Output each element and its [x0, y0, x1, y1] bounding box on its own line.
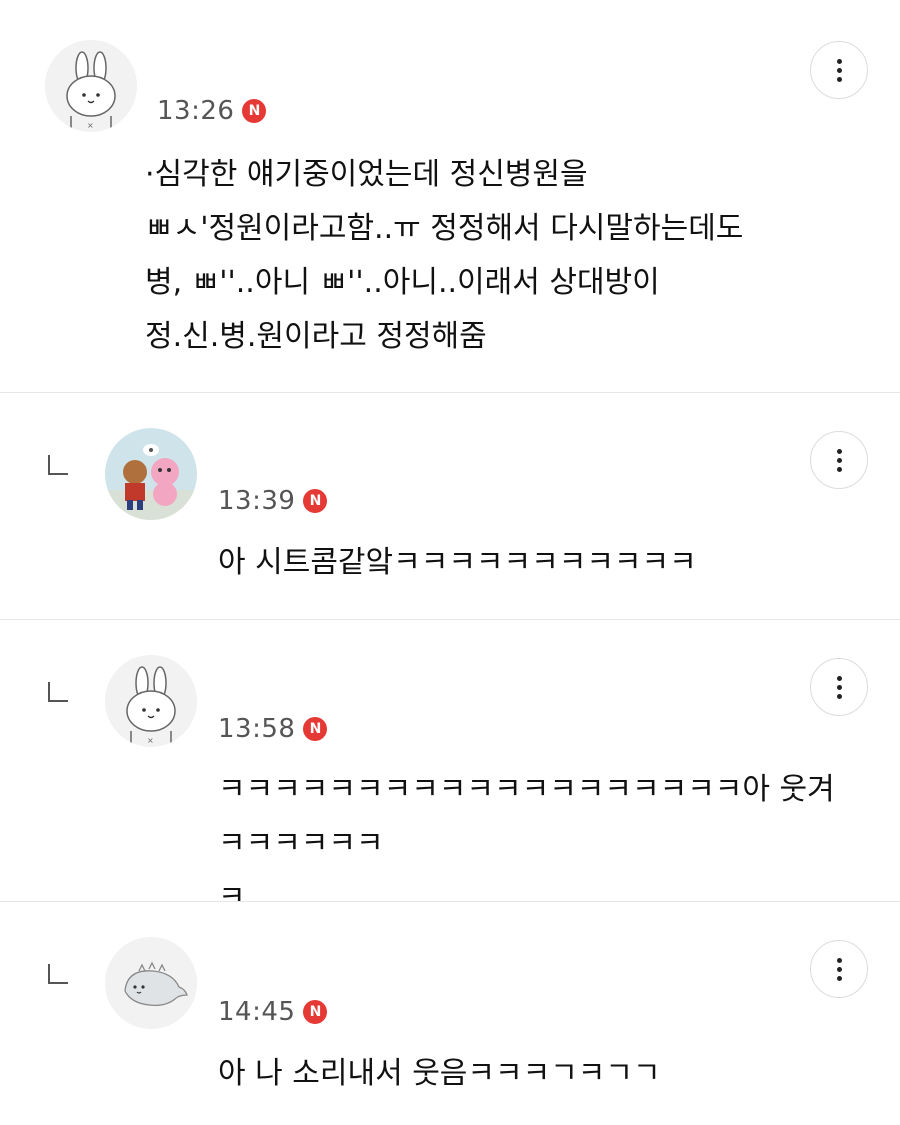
new-badge: N: [303, 717, 328, 741]
comment-time: 13:58: [218, 714, 296, 744]
user-avatar[interactable]: ×: [105, 655, 197, 747]
reply-item: × 13:58 N ㅋㅋㅋㅋㅋㅋㅋㅋㅋㅋㅋㅋㅋㅋㅋㅋㅋㅋㅋ아 웃겨 ㅋㅋㅋㅋㅋㅋ…: [0, 620, 900, 915]
reply-item: 14:45 N 아 나 소리내서 웃음ㅋㅋㅋㄱㅋㄱㄱ: [0, 902, 900, 1125]
reply-arrow-icon: [48, 682, 68, 702]
comment-time: 13:26: [157, 96, 235, 126]
comment-meta: 13:26 N: [157, 96, 267, 126]
svg-text:×: ×: [87, 121, 94, 130]
more-options-button[interactable]: [810, 41, 868, 99]
reply-item: 13:39 N 아 시트콤같앜ㅋㅋㅋㅋㅋㅋㅋㅋㅋㅋㅋ: [0, 393, 900, 619]
user-avatar[interactable]: [105, 428, 197, 520]
game-characters-avatar-icon: [105, 428, 197, 520]
more-vertical-icon: [836, 447, 842, 474]
reply-arrow-icon: [48, 455, 68, 475]
comment-meta: 13:39 N: [218, 486, 328, 516]
comment-meta: 14:45 N: [218, 997, 328, 1027]
more-options-button[interactable]: [810, 658, 868, 716]
new-badge: N: [303, 489, 328, 513]
comment-meta: 13:58 N: [218, 714, 328, 744]
comment-time: 14:45: [218, 997, 296, 1027]
more-options-button[interactable]: [810, 431, 868, 489]
user-avatar[interactable]: [105, 937, 197, 1029]
comment-text: 아 시트콤같앜ㅋㅋㅋㅋㅋㅋㅋㅋㅋㅋㅋ: [218, 545, 697, 580]
more-options-button[interactable]: [810, 940, 868, 998]
more-vertical-icon: [836, 956, 842, 983]
svg-text:×: ×: [147, 736, 154, 745]
comment-text: ·심각한 얘기중이었는데 정신병원을 ㅃㅅ'정원이라고함..ㅠ 정정해서 다시말…: [145, 157, 744, 354]
comment-item: × 13:26 N ·심각한 얘기중이었는데 정신병원을 ㅃㅅ'정원이라고함..…: [0, 0, 900, 392]
bunny-avatar-icon: ×: [105, 655, 197, 747]
new-badge: N: [303, 1000, 328, 1024]
reply-arrow-icon: [48, 964, 68, 984]
user-avatar[interactable]: ×: [45, 40, 137, 132]
bunny-avatar-icon: ×: [45, 40, 137, 132]
dino-avatar-icon: [105, 937, 197, 1029]
comment-time: 13:39: [218, 486, 296, 516]
more-vertical-icon: [836, 674, 842, 701]
new-badge: N: [242, 99, 267, 123]
more-vertical-icon: [836, 57, 842, 84]
comment-text: 아 나 소리내서 웃음ㅋㅋㅋㄱㅋㄱㄱ: [218, 1056, 661, 1091]
